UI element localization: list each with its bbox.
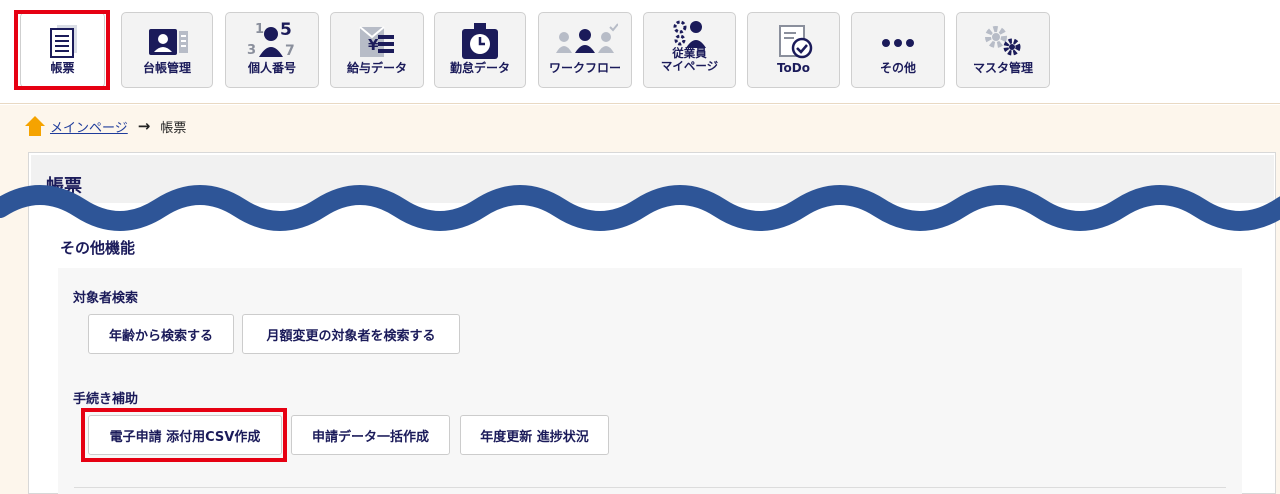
breadcrumb: メインページ → 帳票 xyxy=(24,114,186,138)
more-dots-icon xyxy=(874,21,922,61)
clock-folder-icon xyxy=(456,21,504,61)
group-label-procedure-assist: 手続き補助 xyxy=(73,392,139,407)
nav-label: 帳票 xyxy=(50,61,75,75)
bulk-application-data-button[interactable]: 申請データ一括作成 xyxy=(291,415,450,455)
nav-tile-todo[interactable]: ToDo xyxy=(747,12,840,88)
people-flow-icon xyxy=(552,21,618,61)
nav-label: ToDo xyxy=(776,61,811,75)
nav-tile-master-management[interactable]: マスタ管理 xyxy=(956,12,1050,88)
person-number-icon: 1 5 3 7 xyxy=(242,20,302,61)
nav-tile-employee-mypage[interactable]: 従業員 マイページ xyxy=(643,12,736,88)
nav-label: 個人番号 xyxy=(247,61,296,75)
nav-label: 台帳管理 xyxy=(142,61,191,75)
nav-label: 給与データ xyxy=(346,61,407,75)
section-divider xyxy=(74,487,1226,488)
main-toolbar: 帳票 台帳管理 1 5 3 7 個人番号 ¥ 給与データ 勤怠データ ワークフロ… xyxy=(0,0,1280,104)
nav-label: その他 xyxy=(879,61,916,75)
gears-icon xyxy=(979,21,1027,61)
group-label-target-search: 対象者検索 xyxy=(73,291,139,306)
search-by-age-button[interactable]: 年齢から検索する xyxy=(88,314,234,354)
yen-glyph: ¥ xyxy=(368,36,379,54)
id-card-icon xyxy=(143,21,191,61)
document-list-icon xyxy=(39,21,87,61)
section-title: その他機能 xyxy=(60,239,136,257)
nav-label: マスタ管理 xyxy=(972,61,1033,75)
wave-divider xyxy=(0,185,1280,231)
nav-tile-reports[interactable]: 帳票 xyxy=(20,12,105,88)
e-application-csv-button[interactable]: 電子申請 添付用CSV作成 xyxy=(88,415,282,455)
breadcrumb-current: 帳票 xyxy=(160,120,187,136)
nav-tile-ledger[interactable]: 台帳管理 xyxy=(121,12,213,88)
nav-tile-payroll[interactable]: ¥ 給与データ xyxy=(330,12,424,88)
section-panel xyxy=(58,268,1242,494)
todo-check-icon xyxy=(770,21,818,61)
nav-tile-workflow[interactable]: ワークフロー xyxy=(538,12,632,88)
yen-document-icon: ¥ xyxy=(353,21,401,61)
employee-gear-icon xyxy=(666,18,714,50)
search-monthly-change-button[interactable]: 月額変更の対象者を検索する xyxy=(242,314,460,354)
breadcrumb-home-link[interactable]: メインページ xyxy=(50,117,128,136)
nav-tile-others[interactable]: その他 xyxy=(851,12,945,88)
nav-label: ワークフロー xyxy=(548,61,621,75)
nav-tile-attendance[interactable]: 勤怠データ xyxy=(434,12,526,88)
nav-tile-personal-number[interactable]: 1 5 3 7 個人番号 xyxy=(225,12,319,88)
home-icon xyxy=(24,115,46,137)
nav-label-line2: マイページ xyxy=(660,59,719,73)
nav-label: 勤怠データ xyxy=(449,61,510,75)
annual-update-progress-button[interactable]: 年度更新 進捗状況 xyxy=(460,415,609,455)
arrow-right-icon: → xyxy=(137,117,151,135)
